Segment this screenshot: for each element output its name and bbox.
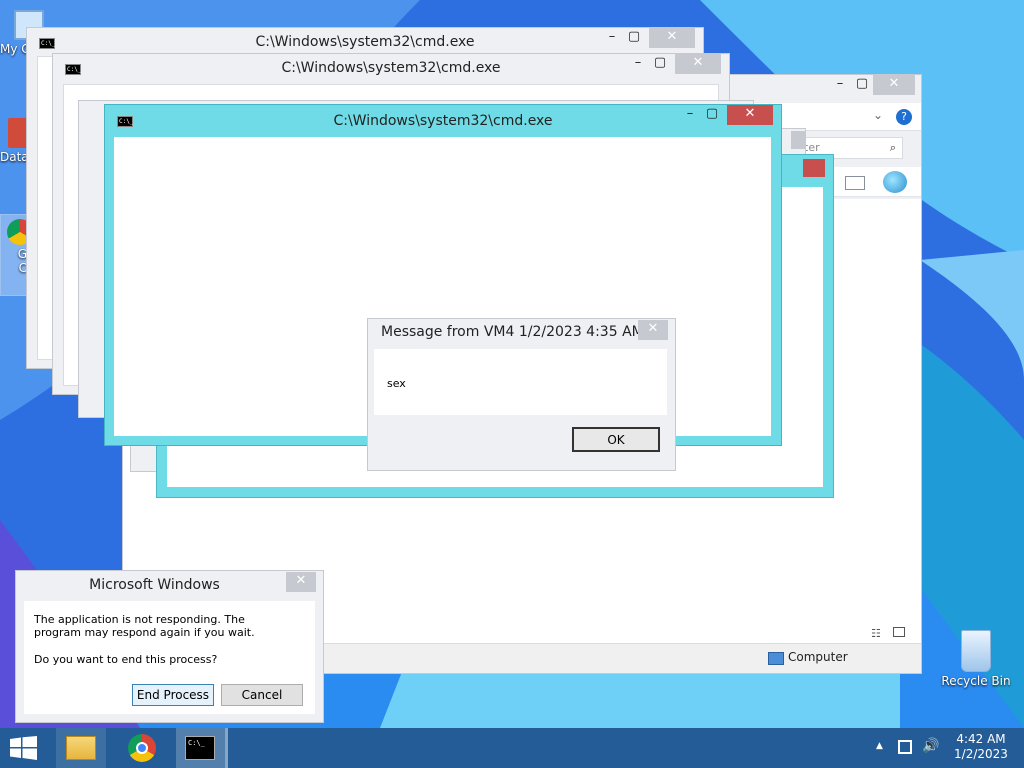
- message-body: sex: [374, 349, 667, 415]
- show-hidden-icons-icon[interactable]: ▲: [876, 741, 883, 751]
- maximize-button[interactable]: ▢: [649, 54, 671, 74]
- clock-date: 1/2/2023: [954, 747, 1008, 761]
- desktop-icon-label: Recycle Bin: [941, 674, 1011, 688]
- ok-button[interactable]: OK: [572, 427, 660, 452]
- taskbar-file-explorer[interactable]: [56, 728, 106, 768]
- maximize-button[interactable]: ▢: [701, 105, 723, 125]
- minimize-button[interactable]: –: [679, 105, 701, 125]
- preview-pane-icon[interactable]: [845, 176, 865, 190]
- cmd-icon: C:\_: [185, 736, 215, 760]
- status-computer-label: Computer: [788, 650, 848, 664]
- search-icon: ⌕: [889, 141, 896, 154]
- end-process-button[interactable]: End Process: [132, 684, 214, 706]
- cancel-button[interactable]: Cancel: [221, 684, 303, 706]
- close-button[interactable]: ✕: [873, 75, 915, 95]
- dialog-title: Message from VM4 1/2/2023 4:35 AM: [381, 324, 644, 340]
- close-button[interactable]: [791, 131, 805, 149]
- maximize-button[interactable]: ▢: [623, 28, 645, 48]
- volume-icon[interactable]: 🔊: [922, 738, 939, 754]
- end-process-question: Do you want to end this process?: [34, 653, 218, 666]
- minimize-button[interactable]: –: [601, 28, 623, 48]
- close-button[interactable]: ✕: [727, 105, 773, 125]
- dialog-title: Microsoft Windows: [89, 577, 220, 593]
- message-dialog[interactable]: Message from VM4 1/2/2023 4:35 AM ✕ sex …: [367, 318, 676, 471]
- minimize-button[interactable]: –: [829, 75, 851, 95]
- desktop-icon-chrome[interactable]: G C: [0, 214, 33, 296]
- details-view-icon[interactable]: ☷: [871, 627, 881, 640]
- close-button[interactable]: [803, 159, 825, 177]
- windows-logo-icon: [10, 736, 37, 760]
- start-button[interactable]: [0, 728, 48, 768]
- message-text: sex: [387, 377, 406, 390]
- minimize-button[interactable]: –: [627, 54, 649, 74]
- close-button[interactable]: ✕: [675, 54, 721, 74]
- close-button[interactable]: ✕: [286, 572, 316, 592]
- computer-icon: [768, 652, 784, 665]
- desktop-icon-label: G C: [17, 247, 27, 275]
- network-icon[interactable]: [898, 740, 912, 754]
- taskbar-chrome[interactable]: [118, 728, 168, 768]
- clock[interactable]: 4:42 AM 1/2/2023: [946, 732, 1016, 762]
- shell-icon[interactable]: [883, 171, 907, 193]
- desktop-icon-recycle-bin[interactable]: Recycle Bin: [938, 630, 1014, 688]
- search-placeholder: ter: [804, 141, 820, 154]
- not-responding-dialog[interactable]: Microsoft Windows ✕ The application is n…: [15, 570, 324, 723]
- taskbar-cmd[interactable]: C:\_: [176, 728, 228, 768]
- folder-icon: [66, 736, 96, 760]
- chrome-icon: [128, 734, 156, 762]
- close-button[interactable]: ✕: [638, 320, 668, 340]
- clock-time: 4:42 AM: [956, 732, 1006, 746]
- not-responding-message: The application is not responding. The p…: [34, 613, 255, 639]
- recycle-bin-icon: [961, 630, 991, 672]
- help-icon[interactable]: ?: [896, 109, 912, 125]
- taskbar: C:\_ ▲ 🔊 4:42 AM 1/2/2023: [0, 728, 1024, 768]
- chevron-down-icon[interactable]: ⌄: [873, 108, 883, 122]
- close-button[interactable]: ✕: [649, 28, 695, 48]
- maximize-button[interactable]: ▢: [851, 75, 873, 95]
- large-icons-view-icon[interactable]: [893, 627, 905, 637]
